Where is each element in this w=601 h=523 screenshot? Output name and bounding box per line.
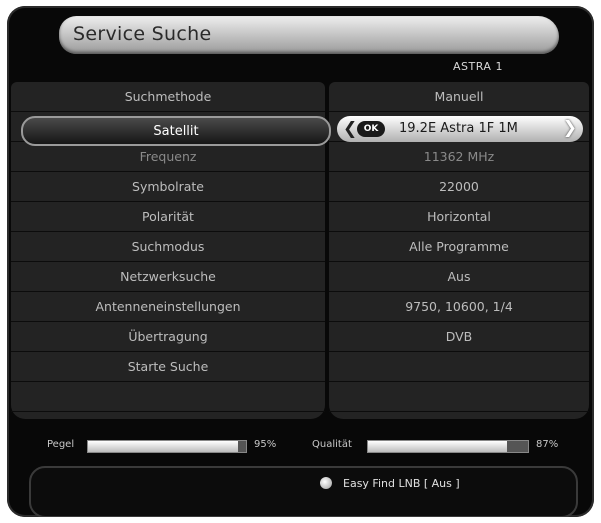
- value-suchmodus[interactable]: Alle Programme: [329, 232, 589, 262]
- menu-item-value: Manuell: [434, 89, 484, 104]
- signal-level-fill: [88, 441, 239, 452]
- menu-item-label: Starte Suche: [127, 359, 209, 374]
- menu-item-label: Netzwerksuche: [120, 269, 216, 284]
- menu-item-value: DVB: [445, 329, 473, 344]
- menu-item-netzwerksuche[interactable]: Netzwerksuche: [11, 262, 325, 292]
- ok-button[interactable]: OK: [357, 121, 385, 137]
- value-uebertragung[interactable]: DVB: [329, 322, 589, 352]
- signal-quality-fill: [368, 441, 508, 452]
- satellite-name: ASTRA 1: [453, 60, 503, 73]
- radio-dot-icon[interactable]: [320, 477, 332, 489]
- value-symbolrate[interactable]: 22000: [329, 172, 589, 202]
- menu-item-polaritaet[interactable]: Polarität: [11, 202, 325, 232]
- menu-item-value: Horizontal: [427, 209, 491, 224]
- title-bar: Service Suche: [59, 16, 559, 54]
- menu-item-empty: [11, 382, 325, 412]
- menu-item-label: Übertragung: [128, 329, 208, 344]
- satellite-selector[interactable]: ❮ OK 19.2E Astra 1F 1M ❯: [337, 116, 583, 142]
- value-netzwerksuche[interactable]: Aus: [329, 262, 589, 292]
- menu-item-label: Polarität: [142, 209, 194, 224]
- signal-level-percent: 95%: [254, 439, 277, 450]
- menu-item-value: 11362 MHz: [423, 149, 495, 164]
- menu-item-label: Suchmethode: [124, 89, 212, 104]
- value-empty: [329, 382, 589, 412]
- menu-item-frequenz[interactable]: Frequenz: [11, 142, 325, 172]
- menu-item-suchmodus[interactable]: Suchmodus: [11, 232, 325, 262]
- menu-item-label: Symbolrate: [132, 179, 204, 194]
- menu-item-antenneneinstellungen[interactable]: Antenneneinstellungen: [11, 292, 325, 322]
- selected-item-satellit[interactable]: Satellit: [21, 116, 331, 146]
- value-frequenz[interactable]: 11362 MHz: [329, 142, 589, 172]
- service-search-screen: Service Suche ASTRA 1 Suchmethode Freque…: [7, 6, 594, 517]
- signal-quality-bar: [367, 440, 529, 453]
- menu-item-starte-suche[interactable]: Starte Suche: [11, 352, 325, 382]
- menu-item-label: Suchmodus: [131, 239, 205, 254]
- menu-item-value: 22000: [439, 179, 479, 194]
- value-polaritaet[interactable]: Horizontal: [329, 202, 589, 232]
- selected-satellite-value: 19.2E Astra 1F 1M: [399, 121, 518, 136]
- signal-level-bar: [87, 440, 247, 453]
- signal-quality-label: Qualität: [312, 439, 352, 450]
- chevron-left-icon[interactable]: ❮: [343, 119, 357, 139]
- menu-item-uebertragung[interactable]: Übertragung: [11, 322, 325, 352]
- easy-find-lnb-label: Easy Find LNB [ Aus ]: [343, 477, 460, 490]
- page-title: Service Suche: [73, 23, 212, 45]
- value-antenneneinstellungen[interactable]: 9750, 10600, 1/4: [329, 292, 589, 322]
- signal-quality-percent: 87%: [536, 439, 559, 450]
- value-starte-suche: [329, 352, 589, 382]
- selected-item-label: Satellit: [153, 123, 199, 139]
- info-panel: Easy Find LNB [ Aus ]: [29, 466, 578, 517]
- menu-item-value: Alle Programme: [409, 239, 509, 254]
- menu-item-value: 9750, 10600, 1/4: [405, 299, 513, 314]
- menu-item-symbolrate[interactable]: Symbolrate: [11, 172, 325, 202]
- menu-item-value: Aus: [447, 269, 471, 284]
- menu-item-label: Antenneneinstellungen: [95, 299, 241, 314]
- menu-item-label: Frequenz: [139, 149, 197, 164]
- chevron-right-icon[interactable]: ❯: [563, 118, 577, 138]
- value-suchmethode[interactable]: Manuell: [329, 82, 589, 112]
- menu-item-suchmethode[interactable]: Suchmethode: [11, 82, 325, 112]
- signal-level-label: Pegel: [47, 439, 75, 450]
